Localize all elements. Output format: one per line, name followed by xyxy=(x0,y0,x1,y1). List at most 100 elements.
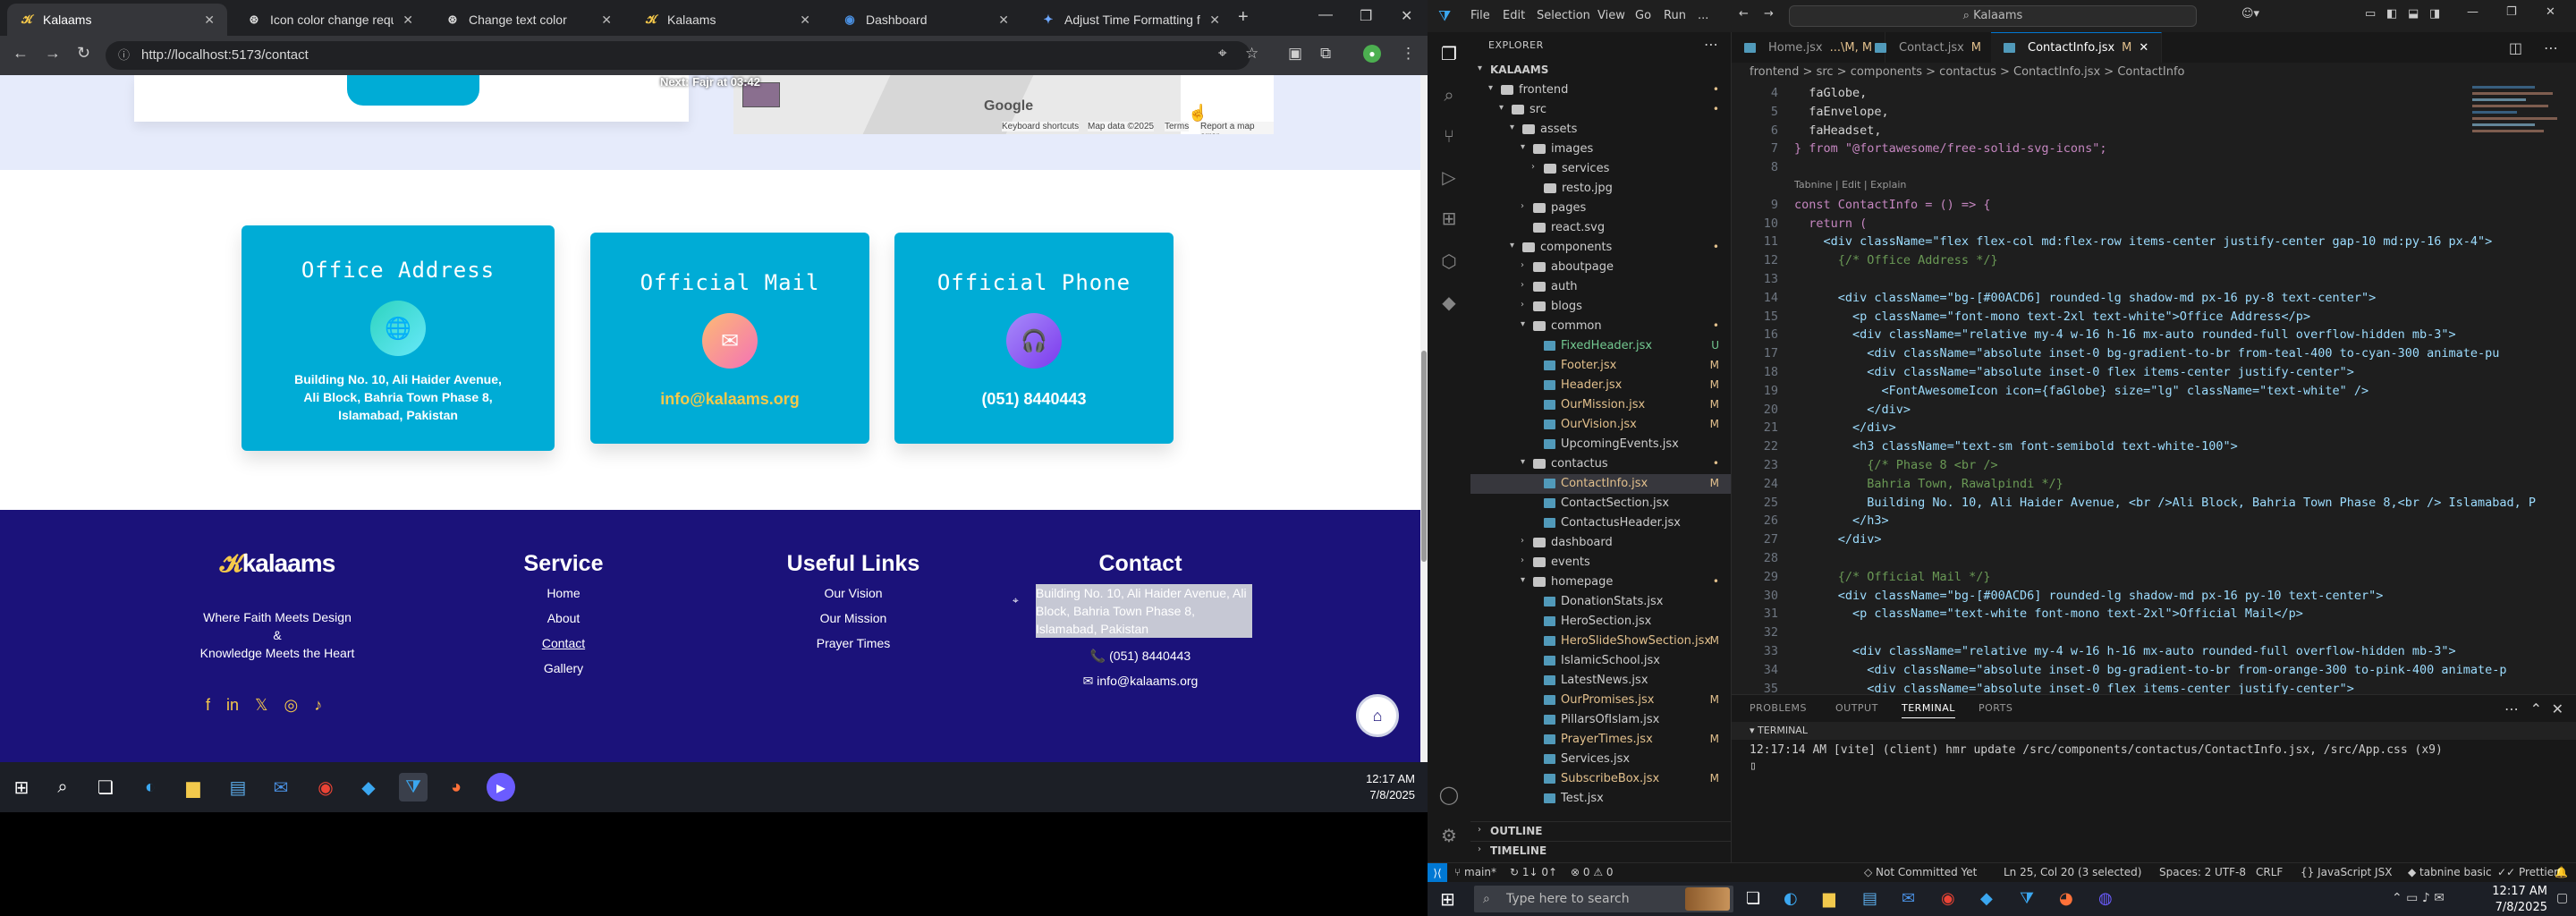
tiktok-icon[interactable]: ♪ xyxy=(314,696,322,715)
menu-run[interactable]: Run xyxy=(1664,9,1686,22)
mail-icon[interactable]: ✉ xyxy=(1902,889,1915,908)
command-center-search[interactable]: ⌕ Kalaams xyxy=(1789,5,2197,27)
browser-tab-3[interactable]: ⊛ Change text color ✕ xyxy=(433,4,624,36)
footer-link-gallery[interactable]: Gallery xyxy=(474,656,653,681)
map-keyboard-shortcuts-link[interactable]: Keyboard shortcuts xyxy=(1002,122,1080,131)
task-view-icon[interactable]: ❏ xyxy=(91,773,120,802)
browser-tab-6[interactable]: ✦ Adjust Time Formatting for / ✕ xyxy=(1029,4,1233,36)
close-tab-icon[interactable]: ✕ xyxy=(601,13,612,28)
edge-icon[interactable]: ◐ xyxy=(1784,889,1798,908)
code-line[interactable]: <FontAwesomeIcon icon={faGlobe} size="lg… xyxy=(1794,384,2369,398)
new-tab-button[interactable]: + xyxy=(1238,7,1249,28)
profile-avatar[interactable]: ● xyxy=(1363,45,1381,63)
facebook-icon[interactable]: f xyxy=(206,696,210,715)
sync-status[interactable]: ↻ 1↓ 0↑ xyxy=(1510,866,1557,878)
store-icon[interactable]: ▤ xyxy=(1862,889,1877,908)
windows-start-icon[interactable]: ⊞ xyxy=(1440,888,1455,910)
problems-status[interactable]: ⊗ 0 ⚠ 0 xyxy=(1571,866,1614,878)
code-line[interactable]: <div className="absolute inset-0 flex it… xyxy=(1794,365,2354,379)
tree-item-services[interactable]: › services xyxy=(1470,159,1731,179)
edge-icon[interactable]: ◐ xyxy=(136,773,165,802)
panel-tab-ports[interactable]: PORTS xyxy=(1979,702,2012,714)
sidebar-toggle-icon[interactable]: ◧ xyxy=(2386,7,2397,21)
code-line[interactable]: <div className="relative my-4 w-16 h-16 … xyxy=(1794,327,2456,342)
code-line[interactable]: <p className="font-mono text-2xl text-wh… xyxy=(1794,310,2310,324)
outline-section[interactable]: › OUTLINE xyxy=(1470,821,1731,841)
split-editor-icon[interactable]: ◫ xyxy=(2509,39,2522,56)
chrome-icon[interactable]: ◉ xyxy=(311,773,340,802)
tabnine-icon[interactable]: ◆ xyxy=(1438,292,1460,313)
menu-selection[interactable]: Selection xyxy=(1537,9,1590,22)
timeline-section[interactable]: › TIMELINE xyxy=(1470,841,1731,861)
panel-tab-output[interactable]: OUTPUT xyxy=(1835,702,1878,714)
nav-back-icon[interactable]: ← xyxy=(1739,7,1749,21)
tree-item-ourpromises-jsx[interactable]: OurPromises.jsx M xyxy=(1470,691,1731,710)
tree-item-contactsection-jsx[interactable]: ContactSection.jsx xyxy=(1470,494,1731,513)
tree-item-dashboard[interactable]: › dashboard xyxy=(1470,533,1731,553)
menu-edit[interactable]: Edit xyxy=(1503,9,1525,22)
extensions-puzzle-icon[interactable]: ⧉ xyxy=(1320,45,1331,63)
code-line[interactable]: faGlobe, xyxy=(1794,86,1867,100)
tree-item-homepage[interactable]: ▾ homepage • xyxy=(1470,572,1731,592)
chrome-icon[interactable]: ◉ xyxy=(1941,889,1955,908)
tree-item-src[interactable]: ▾ src • xyxy=(1470,100,1731,120)
panel-toggle-icon[interactable]: ⬓ xyxy=(2408,7,2419,21)
url-bar[interactable]: ⓘ http://localhost:5173/contact xyxy=(106,41,1250,70)
code-line[interactable]: <div className="relative my-4 w-16 h-16 … xyxy=(1794,644,2456,658)
tree-item-blogs[interactable]: › blogs xyxy=(1470,297,1731,317)
code-line[interactable]: {/* Office Address */} xyxy=(1794,253,1998,267)
code-line[interactable]: </div> xyxy=(1794,403,1911,417)
editor-tab-contact[interactable]: Contact.jsx M xyxy=(1862,32,1996,63)
tree-item-components[interactable]: ▾ components • xyxy=(1470,238,1731,258)
menu-go[interactable]: Go xyxy=(1635,9,1651,22)
tree-item-events[interactable]: › events xyxy=(1470,553,1731,572)
linkedin-icon[interactable]: in xyxy=(226,696,239,715)
zoom-icon[interactable]: ▸ xyxy=(487,773,515,802)
footer-link-our-mission[interactable]: Our Mission xyxy=(755,606,952,631)
tree-item-heroslideshowsection-jsx[interactable]: HeroSlideShowSection.jsx M xyxy=(1470,632,1731,651)
footer-link-our-vision[interactable]: Our Vision xyxy=(755,581,952,606)
task-view-icon[interactable]: ❏ xyxy=(1746,889,1760,908)
prettier-status[interactable]: ✓✓ Prettier xyxy=(2497,866,2558,878)
tree-item-fixedheader-jsx[interactable]: FixedHeader.jsx U xyxy=(1470,336,1731,356)
breadcrumb[interactable]: frontend > src > components > contactus … xyxy=(1732,63,2576,82)
tree-item-donationstats-jsx[interactable]: DonationStats.jsx xyxy=(1470,592,1731,612)
close-window-icon[interactable]: ✕ xyxy=(1401,7,1412,25)
extension-icon[interactable]: ▣ xyxy=(1288,45,1302,63)
code-line[interactable]: <div className="absolute inset-0 bg-grad… xyxy=(1794,346,2499,360)
cursor-position[interactable]: Ln 25, Col 20 (3 selected) xyxy=(2004,866,2141,878)
panel-tab-terminal[interactable]: TERMINAL xyxy=(1902,702,1955,718)
code-line[interactable]: faEnvelope, xyxy=(1794,105,1888,119)
close-tab-icon[interactable]: ✕ xyxy=(204,13,215,28)
code-line[interactable]: <div className="absolute inset-0 bg-grad… xyxy=(1794,663,2506,677)
search-icon[interactable]: ⌕ xyxy=(48,773,77,802)
eol-status[interactable]: CRLF xyxy=(2256,866,2283,878)
settings-gear-icon[interactable]: ⚙ xyxy=(1438,825,1460,846)
firefox-icon[interactable]: ◕ xyxy=(442,773,470,802)
tree-item-ourmission-jsx[interactable]: OurMission.jsx M xyxy=(1470,395,1731,415)
menu-file[interactable]: File xyxy=(1470,9,1490,22)
close-tab-icon[interactable]: ✕ xyxy=(998,13,1009,28)
notifications-bell-icon[interactable]: 🔔 xyxy=(2555,866,2568,878)
maximize-icon[interactable]: ❐ xyxy=(2506,5,2517,19)
tree-item-services-jsx[interactable]: Services.jsx xyxy=(1470,750,1731,769)
tree-item-ourvision-jsx[interactable]: OurVision.jsx M xyxy=(1470,415,1731,435)
explorer-icon[interactable]: ❐ xyxy=(1438,43,1460,64)
vscode-icon[interactable]: ⧩ xyxy=(399,773,428,802)
code-line[interactable]: </div> xyxy=(1794,420,1896,435)
page-scrollbar[interactable] xyxy=(1420,75,1428,762)
tree-item-pillarsofislam-jsx[interactable]: PillarsOfIslam.jsx xyxy=(1470,710,1731,730)
app-icon[interactable]: ◆ xyxy=(1980,889,1993,908)
firefox-icon[interactable]: ◕ xyxy=(2059,889,2073,908)
file-explorer-icon[interactable]: ▆ xyxy=(179,773,208,802)
maximize-icon[interactable]: ❐ xyxy=(1360,7,1372,25)
code-line[interactable]: faHeadset, xyxy=(1794,123,1881,138)
more-actions-icon[interactable]: ⋯ xyxy=(1704,36,1718,53)
code-line[interactable]: <div className="absolute inset-0 flex it… xyxy=(1794,682,2354,694)
encoding-status[interactable]: UTF-8 xyxy=(2215,866,2246,878)
code-line[interactable]: {/* Official Mail */} xyxy=(1794,570,1991,584)
layout-toggle-icon[interactable]: ▭ xyxy=(2365,7,2376,21)
editor-more-icon[interactable]: ⋯ xyxy=(2544,39,2558,56)
language-status[interactable]: {} JavaScript JSX xyxy=(2301,866,2392,878)
project-root[interactable]: ▾ KALAAMS xyxy=(1470,61,1731,81)
